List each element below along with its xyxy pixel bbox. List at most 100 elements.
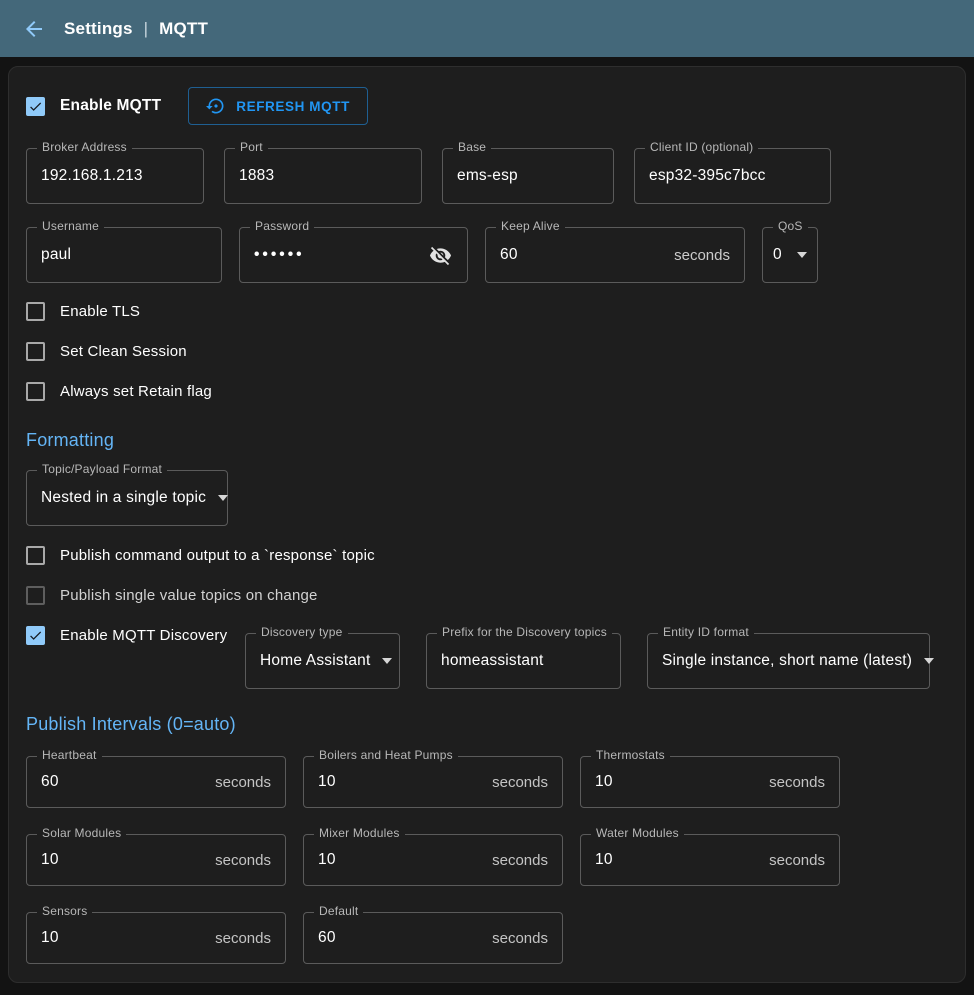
broker-address-label: Broker Address xyxy=(37,140,132,154)
retain-flag-checkbox[interactable] xyxy=(26,382,45,401)
enable-tls-checkbox[interactable] xyxy=(26,302,45,321)
port-value: 1883 xyxy=(239,167,407,185)
password-label: Password xyxy=(250,219,314,233)
default-interval-field[interactable]: Default 60 seconds xyxy=(303,912,563,964)
heartbeat-value: 60 xyxy=(41,773,207,791)
base-value: ems-esp xyxy=(457,167,599,185)
thermostats-unit: seconds xyxy=(769,774,825,791)
refresh-icon xyxy=(206,96,226,116)
page-title: Settings xyxy=(64,19,133,39)
topic-payload-format-value: Nested in a single topic xyxy=(41,489,206,507)
keep-alive-unit: seconds xyxy=(674,247,730,264)
qos-select[interactable]: QoS 0 xyxy=(762,227,818,283)
publish-intervals-grid: Heartbeat 60 seconds Boilers and Heat Pu… xyxy=(26,756,948,964)
formatting-heading: Formatting xyxy=(26,430,948,451)
solar-interval-field[interactable]: Solar Modules 10 seconds xyxy=(26,834,286,886)
entity-id-format-select[interactable]: Entity ID format Single instance, short … xyxy=(647,633,930,689)
mixer-unit: seconds xyxy=(492,852,548,869)
solar-value: 10 xyxy=(41,851,207,869)
mqtt-settings-card: Enable MQTT REFRESH MQTT Broker Address … xyxy=(8,66,966,983)
solar-unit: seconds xyxy=(215,852,271,869)
boilers-label: Boilers and Heat Pumps xyxy=(314,748,458,762)
water-interval-field[interactable]: Water Modules 10 seconds xyxy=(580,834,840,886)
client-id-field[interactable]: Client ID (optional) esp32-395c7bcc xyxy=(634,148,831,204)
keep-alive-field[interactable]: Keep Alive 60 seconds xyxy=(485,227,745,283)
thermostats-value: 10 xyxy=(595,773,761,791)
password-value: •••••• xyxy=(254,246,421,264)
discovery-row: Enable MQTT Discovery Discovery type Hom… xyxy=(26,625,948,687)
entity-id-format-value: Single instance, short name (latest) xyxy=(662,652,912,670)
enable-mqtt-checkbox[interactable] xyxy=(26,97,45,116)
discovery-type-select[interactable]: Discovery type Home Assistant xyxy=(245,633,400,689)
sensors-unit: seconds xyxy=(215,930,271,947)
base-field[interactable]: Base ems-esp xyxy=(442,148,614,204)
water-label: Water Modules xyxy=(591,826,684,840)
heartbeat-interval-field[interactable]: Heartbeat 60 seconds xyxy=(26,756,286,808)
discovery-prefix-field[interactable]: Prefix for the Discovery topics homeassi… xyxy=(426,633,621,689)
base-label: Base xyxy=(453,140,491,154)
discovery-type-value: Home Assistant xyxy=(260,652,370,670)
topic-payload-format-label: Topic/Payload Format xyxy=(37,462,167,476)
sensors-value: 10 xyxy=(41,929,207,947)
enable-mqtt-checkbox-row[interactable]: Enable MQTT xyxy=(26,97,161,116)
enable-discovery-checkbox[interactable] xyxy=(26,626,45,645)
qos-value: 0 xyxy=(773,246,795,264)
back-arrow-icon[interactable] xyxy=(22,17,46,41)
enable-mqtt-row: Enable MQTT REFRESH MQTT xyxy=(26,87,948,125)
sensors-label: Sensors xyxy=(37,904,92,918)
port-field[interactable]: Port 1883 xyxy=(224,148,422,204)
refresh-mqtt-label: REFRESH MQTT xyxy=(236,99,350,114)
default-label: Default xyxy=(314,904,363,918)
default-value: 60 xyxy=(318,929,484,947)
chevron-down-icon xyxy=(382,658,392,664)
default-unit: seconds xyxy=(492,930,548,947)
page-subtitle: MQTT xyxy=(159,19,208,39)
keep-alive-value: 60 xyxy=(500,246,666,264)
entity-id-format-label: Entity ID format xyxy=(658,625,754,639)
publish-single-checkbox[interactable] xyxy=(26,586,45,605)
check-icon xyxy=(28,98,43,115)
boilers-unit: seconds xyxy=(492,774,548,791)
refresh-mqtt-button[interactable]: REFRESH MQTT xyxy=(188,87,368,125)
clean-session-checkbox[interactable] xyxy=(26,342,45,361)
mixer-interval-field[interactable]: Mixer Modules 10 seconds xyxy=(303,834,563,886)
heartbeat-label: Heartbeat xyxy=(37,748,102,762)
username-label: Username xyxy=(37,219,104,233)
sensors-interval-field[interactable]: Sensors 10 seconds xyxy=(26,912,286,964)
username-value: paul xyxy=(41,246,207,264)
publish-response-checkbox-row[interactable]: Publish command output to a `response` t… xyxy=(26,545,948,565)
thermostats-interval-field[interactable]: Thermostats 10 seconds xyxy=(580,756,840,808)
water-value: 10 xyxy=(595,851,761,869)
topic-payload-format-select[interactable]: Topic/Payload Format Nested in a single … xyxy=(26,470,228,526)
boilers-value: 10 xyxy=(318,773,484,791)
mixer-label: Mixer Modules xyxy=(314,826,405,840)
discovery-prefix-label: Prefix for the Discovery topics xyxy=(437,625,612,639)
discovery-prefix-value: homeassistant xyxy=(441,652,606,670)
chevron-down-icon xyxy=(924,658,934,664)
retain-flag-checkbox-row[interactable]: Always set Retain flag xyxy=(26,381,948,401)
clean-session-checkbox-row[interactable]: Set Clean Session xyxy=(26,341,948,361)
thermostats-label: Thermostats xyxy=(591,748,670,762)
enable-mqtt-label: Enable MQTT xyxy=(60,97,161,115)
heartbeat-unit: seconds xyxy=(215,774,271,791)
mixer-value: 10 xyxy=(318,851,484,869)
discovery-type-label: Discovery type xyxy=(256,625,348,639)
connection-row-2: Username paul Password •••••• Keep Alive… xyxy=(26,227,948,283)
publish-single-checkbox-row[interactable]: Publish single value topics on change xyxy=(26,585,948,605)
chevron-down-icon xyxy=(218,495,228,501)
enable-tls-checkbox-row[interactable]: Enable TLS xyxy=(26,301,948,321)
username-field[interactable]: Username paul xyxy=(26,227,222,283)
boilers-interval-field[interactable]: Boilers and Heat Pumps 10 seconds xyxy=(303,756,563,808)
client-id-label: Client ID (optional) xyxy=(645,140,758,154)
password-field[interactable]: Password •••••• xyxy=(239,227,468,283)
app-bar: Settings | MQTT xyxy=(0,0,974,57)
check-icon xyxy=(28,627,43,644)
enable-discovery-checkbox-row[interactable]: Enable MQTT Discovery xyxy=(26,626,245,645)
broker-address-field[interactable]: Broker Address 192.168.1.213 xyxy=(26,148,204,204)
retain-flag-label: Always set Retain flag xyxy=(60,383,212,400)
publish-response-checkbox[interactable] xyxy=(26,546,45,565)
toggle-password-visibility-icon[interactable] xyxy=(429,243,453,267)
title-separator: | xyxy=(144,19,148,39)
client-id-value: esp32-395c7bcc xyxy=(649,167,816,185)
connection-row-1: Broker Address 192.168.1.213 Port 1883 B… xyxy=(26,148,948,204)
